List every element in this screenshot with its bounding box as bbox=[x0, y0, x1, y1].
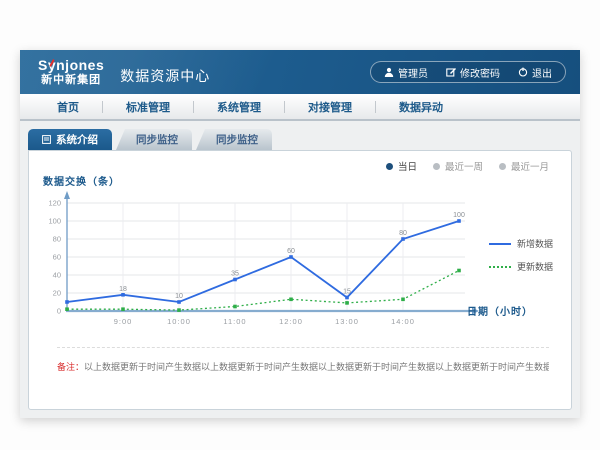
legend-label: 新增数据 bbox=[517, 237, 553, 250]
tab-label: 同步监控 bbox=[136, 132, 178, 147]
user-toolbar: 管理员 修改密码 退出 bbox=[370, 61, 566, 83]
power-icon bbox=[518, 67, 528, 77]
svg-text:40: 40 bbox=[53, 271, 61, 280]
filter-label: 当日 bbox=[398, 159, 417, 173]
nav-item-home[interactable]: 首页 bbox=[34, 99, 102, 115]
svg-text:100: 100 bbox=[453, 212, 465, 219]
legend-item-new-data: 新增数据 bbox=[489, 237, 559, 250]
svg-text:100: 100 bbox=[48, 217, 61, 226]
edit-icon bbox=[446, 67, 456, 77]
legend-label: 更新数据 bbox=[517, 260, 553, 273]
chart-legend: 新增数据 更新数据 bbox=[489, 237, 559, 283]
svg-text:120: 120 bbox=[48, 199, 61, 208]
tab-sync-monitor-2[interactable]: 同步监控 bbox=[196, 129, 272, 150]
filter-last-week[interactable]: 最近一周 bbox=[433, 159, 483, 173]
radio-icon bbox=[499, 163, 506, 170]
logo: Synjones 新中新集团 bbox=[38, 58, 104, 85]
line-chart: 0 20 40 60 80 100 120 9:00 10:00 11:00 12:00 13:00 1… bbox=[37, 189, 489, 341]
change-password-label: 修改密码 bbox=[460, 65, 500, 80]
solid-line-icon bbox=[489, 243, 511, 245]
nav-item-interface-mgmt[interactable]: 对接管理 bbox=[285, 99, 375, 115]
filter-today[interactable]: 当日 bbox=[386, 159, 417, 173]
svg-text:35: 35 bbox=[231, 271, 239, 278]
chart-card: 当日 最近一周 最近一月 数据交换（条） 0 20 40 60 80 100 120 9:00… bbox=[28, 150, 572, 410]
y-axis-title: 数据交换（条） bbox=[43, 173, 120, 188]
filter-last-month[interactable]: 最近一月 bbox=[499, 159, 549, 173]
tab-label: 系统介绍 bbox=[56, 132, 98, 147]
page-title: 数据资源中心 bbox=[120, 58, 210, 86]
filter-label: 最近一周 bbox=[445, 159, 483, 173]
admin-button[interactable]: 管理员 bbox=[375, 65, 437, 80]
main-nav: 首页 标准管理 系统管理 对接管理 数据异动 bbox=[20, 94, 580, 121]
app-header: Synjones 新中新集团 数据资源中心 管理员 修改密码 退出 bbox=[20, 50, 580, 94]
x-axis-title: 日期（小时） bbox=[467, 303, 533, 318]
footnote-prefix: 备注： bbox=[57, 362, 84, 372]
range-filter-group: 当日 最近一周 最近一月 bbox=[386, 159, 549, 173]
svg-text:9:00: 9:00 bbox=[114, 317, 133, 326]
nav-item-standard-mgmt[interactable]: 标准管理 bbox=[103, 99, 193, 115]
admin-label: 管理员 bbox=[398, 65, 428, 80]
dotted-line-icon bbox=[489, 266, 511, 268]
svg-text:10:00: 10:00 bbox=[167, 317, 191, 326]
svg-text:80: 80 bbox=[399, 230, 407, 237]
tab-sync-monitor-1[interactable]: 同步监控 bbox=[116, 129, 192, 150]
svg-text:60: 60 bbox=[53, 253, 61, 262]
tab-system-intro[interactable]: 系统介绍 bbox=[28, 129, 112, 150]
svg-text:20: 20 bbox=[53, 289, 61, 298]
radio-selected-icon bbox=[386, 163, 393, 170]
nav-item-system-mgmt[interactable]: 系统管理 bbox=[194, 99, 284, 115]
legend-item-update-data: 更新数据 bbox=[489, 260, 559, 273]
document-icon bbox=[42, 135, 51, 144]
app-window: Synjones 新中新集团 数据资源中心 管理员 修改密码 退出 首页 标准管… bbox=[20, 50, 580, 418]
filter-label: 最近一月 bbox=[511, 159, 549, 173]
nav-item-data-change[interactable]: 数据异动 bbox=[376, 99, 466, 115]
tab-bar: 系统介绍 同步监控 同步监控 bbox=[28, 129, 580, 150]
user-icon bbox=[384, 67, 394, 77]
footnote: 备注：以上数据更新于时间产生数据以上数据更新于时间产生数据以上数据更新于时间产生… bbox=[57, 347, 549, 373]
svg-text:11:00: 11:00 bbox=[223, 317, 246, 326]
logo-text: Synjones bbox=[38, 58, 104, 73]
svg-text:18: 18 bbox=[119, 286, 127, 293]
svg-text:60: 60 bbox=[287, 248, 295, 255]
svg-text:12:00: 12:00 bbox=[279, 317, 303, 326]
logout-label: 退出 bbox=[532, 65, 552, 80]
logo-subtext: 新中新集团 bbox=[38, 74, 104, 86]
content-area: 系统介绍 同步监控 同步监控 当日 最近一周 bbox=[20, 123, 580, 418]
svg-text:0: 0 bbox=[57, 307, 61, 316]
svg-text:13:00: 13:00 bbox=[335, 317, 359, 326]
svg-text:80: 80 bbox=[53, 235, 61, 244]
logout-button[interactable]: 退出 bbox=[509, 65, 561, 80]
change-password-button[interactable]: 修改密码 bbox=[437, 65, 509, 80]
footnote-text: 以上数据更新于时间产生数据以上数据更新于时间产生数据以上数据更新于时间产生数据以… bbox=[84, 362, 549, 372]
svg-text:15: 15 bbox=[343, 289, 351, 296]
radio-icon bbox=[433, 163, 440, 170]
tab-label: 同步监控 bbox=[216, 132, 258, 147]
svg-text:10: 10 bbox=[175, 293, 183, 300]
svg-text:14:00: 14:00 bbox=[391, 317, 415, 326]
